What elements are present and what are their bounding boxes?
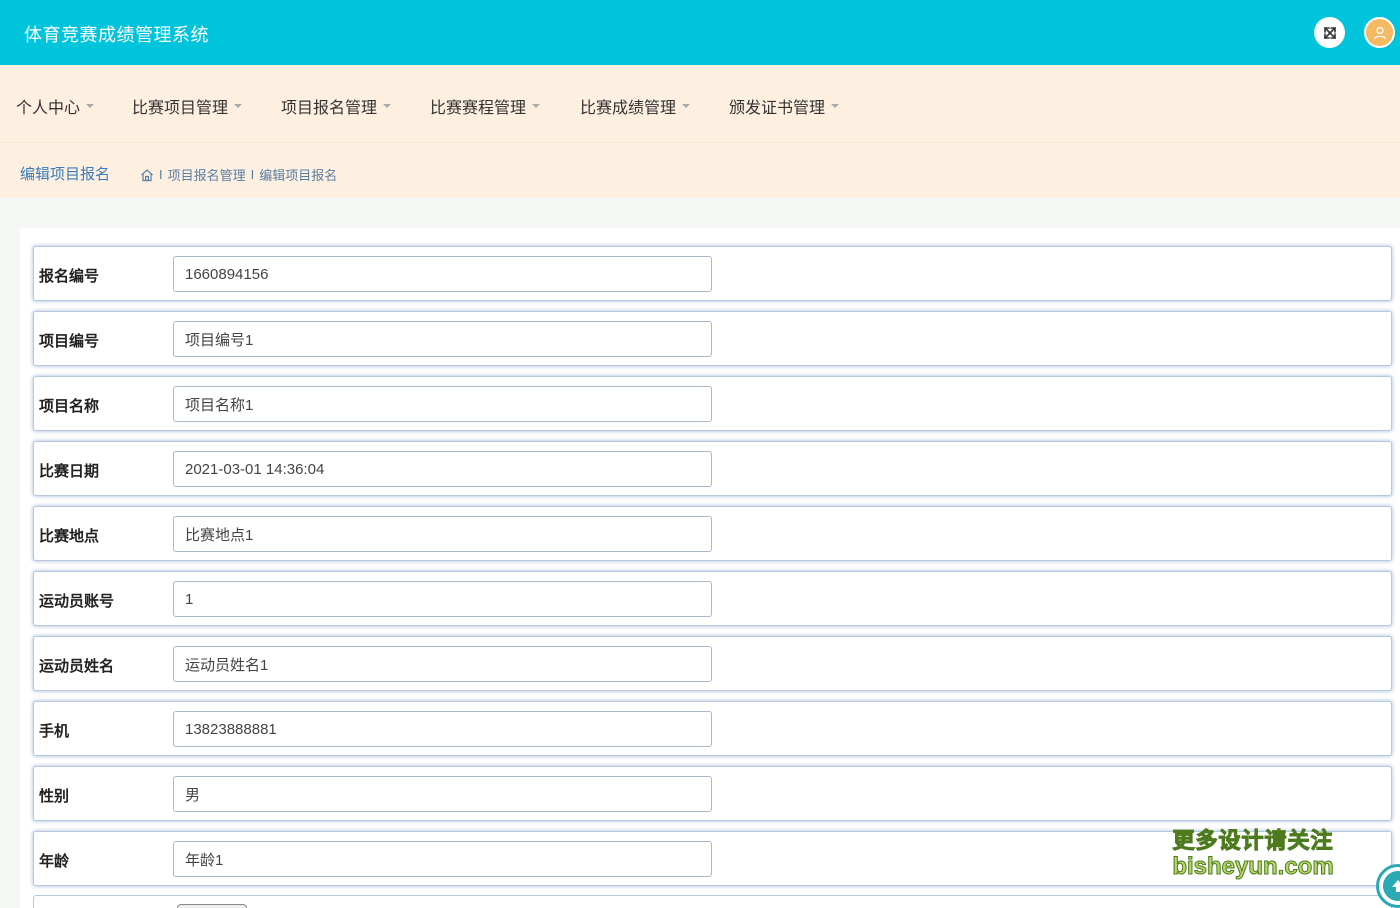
- field-label: 运动员姓名: [39, 658, 115, 675]
- nav-item-score-management[interactable]: 比赛成绩管理: [580, 94, 691, 118]
- field-label: 运动员账号: [39, 593, 115, 610]
- watermark-line2: bisheyun.com: [1172, 853, 1334, 880]
- match-venue-input[interactable]: [173, 516, 712, 552]
- form-row-partial: [33, 895, 1392, 908]
- field-label: 比赛地点: [39, 528, 100, 545]
- page-title: 编辑项目报名: [20, 166, 111, 183]
- field-label: 年龄: [39, 853, 70, 870]
- project-no-input[interactable]: [173, 321, 712, 357]
- scroll-top-inner: [1383, 871, 1400, 901]
- nav-item-label: 颁发证书管理: [729, 100, 826, 117]
- form-row-phone: 手机: [33, 701, 1392, 756]
- form-row-gender: 性别: [33, 766, 1392, 821]
- top-header: 体育竞赛成绩管理系统: [0, 0, 1400, 65]
- project-name-input[interactable]: [173, 386, 712, 422]
- form-row-athlete-account: 运动员账号: [33, 571, 1392, 626]
- athlete-account-input[interactable]: [173, 581, 712, 617]
- form-row-project-name: 项目名称: [33, 376, 1392, 431]
- field-label: 性别: [39, 788, 70, 805]
- breadcrumb: I 项目报名管理 I 编辑项目报名: [140, 165, 337, 184]
- phone-input[interactable]: [173, 711, 712, 747]
- user-icon: [1373, 26, 1386, 39]
- registration-no-input[interactable]: [173, 256, 712, 292]
- athlete-name-input[interactable]: [173, 646, 712, 682]
- nav-item-schedule-management[interactable]: 比赛赛程管理: [430, 94, 541, 118]
- breadcrumb-separator: I: [250, 167, 255, 182]
- nav-item-registration-management[interactable]: 项目报名管理: [281, 94, 392, 118]
- home-icon[interactable]: [140, 168, 154, 182]
- nav-item-label: 个人中心: [16, 100, 81, 117]
- caret-down-icon: [682, 104, 691, 108]
- watermark-line1: 更多设计请关注: [1172, 828, 1334, 853]
- caret-down-icon: [86, 104, 95, 108]
- age-input[interactable]: [173, 841, 712, 877]
- nav-item-certificate-management[interactable]: 颁发证书管理: [729, 94, 840, 118]
- expand-arrows-icon: [1323, 26, 1336, 39]
- nav-item-label: 比赛赛程管理: [430, 100, 527, 117]
- gender-input[interactable]: [173, 776, 712, 812]
- user-avatar-button[interactable]: [1364, 17, 1395, 48]
- caret-down-icon: [234, 104, 243, 108]
- app-title: 体育竞赛成绩管理系统: [24, 25, 209, 45]
- nav-item-label: 比赛成绩管理: [580, 100, 677, 117]
- field-label: 项目名称: [39, 398, 100, 415]
- form-row-athlete-name: 运动员姓名: [33, 636, 1392, 691]
- watermark: 更多设计请关注 bisheyun.com: [1172, 828, 1334, 880]
- breadcrumb-item-edit: 编辑项目报名: [259, 168, 338, 183]
- caret-down-icon: [383, 104, 392, 108]
- arrow-up-icon: [1392, 880, 1400, 892]
- field-label: 手机: [39, 723, 70, 740]
- match-date-input[interactable]: [173, 451, 712, 487]
- main-nav: 个人中心 比赛项目管理 项目报名管理 比赛赛程管理 比赛成绩管理 颁发证书管理: [0, 65, 1400, 142]
- nav-item-personal-center[interactable]: 个人中心: [16, 94, 95, 118]
- form-row-match-date: 比赛日期: [33, 441, 1392, 496]
- upload-button[interactable]: [177, 904, 247, 908]
- breadcrumb-separator: I: [159, 167, 163, 182]
- field-label: 报名编号: [39, 268, 100, 285]
- nav-item-project-management[interactable]: 比赛项目管理: [132, 94, 243, 118]
- form-row-registration-no: 报名编号: [33, 246, 1392, 301]
- caret-down-icon: [831, 104, 840, 108]
- nav-item-label: 项目报名管理: [281, 100, 378, 117]
- nav-item-label: 比赛项目管理: [132, 100, 229, 117]
- breadcrumb-item-registration[interactable]: 项目报名管理: [168, 165, 246, 184]
- field-label: 比赛日期: [39, 463, 100, 480]
- fullscreen-button[interactable]: [1314, 17, 1345, 48]
- field-label: 项目编号: [39, 333, 100, 350]
- breadcrumb-bar: 编辑项目报名 I 项目报名管理 I 编辑项目报名: [0, 142, 1400, 198]
- caret-down-icon: [532, 104, 541, 108]
- form-row-match-venue: 比赛地点: [33, 506, 1392, 561]
- form-row-project-no: 项目编号: [33, 311, 1392, 366]
